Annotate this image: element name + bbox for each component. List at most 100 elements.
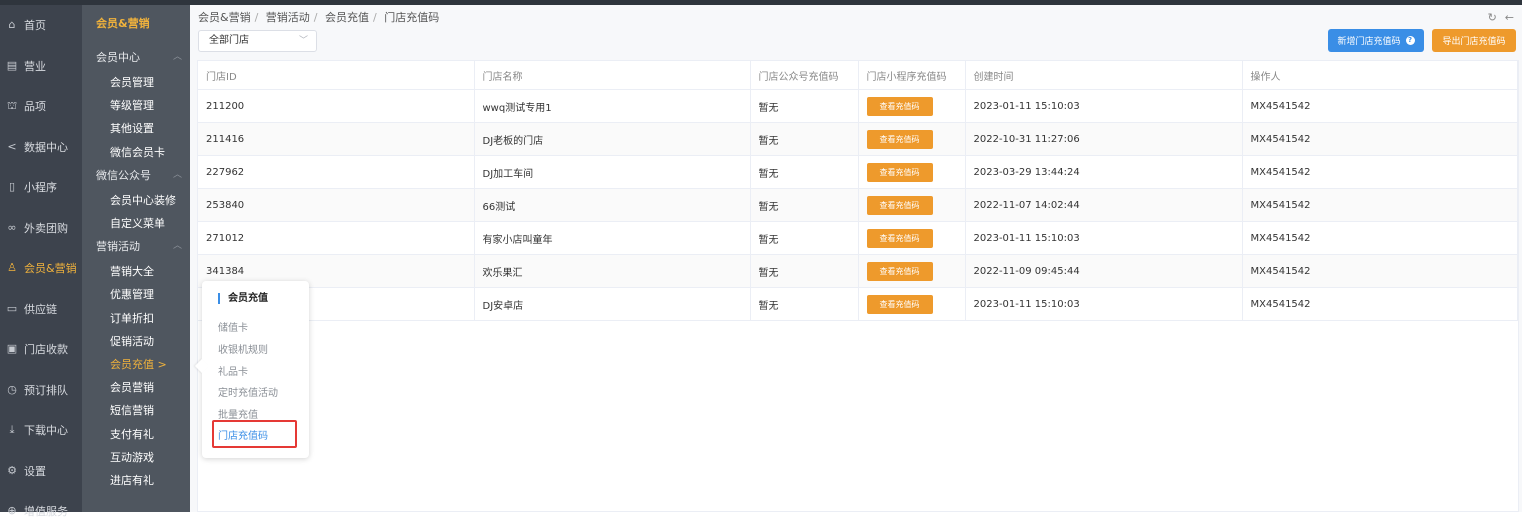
mini-code-cell: 查看充值码 xyxy=(858,287,966,321)
store-name-cell: 有家小店叫童年 xyxy=(474,221,751,255)
popup-menu-item[interactable]: 定时充值活动 xyxy=(218,384,278,399)
created-time-cell: 2023-01-11 15:10:03 xyxy=(965,221,1243,255)
nav-group-label: 微信公众号 xyxy=(96,168,151,182)
main-content: 会员&营销 / 营销活动 / 会员充值 / 门店充值码 ↻ ← 全部门店 ﹀ 新增门店充… xyxy=(190,5,1522,512)
nav-item[interactable]: ⤓ 下载中心 xyxy=(0,410,82,450)
nav-group[interactable]: 微信公众号 ︿ xyxy=(96,167,182,183)
mini-code-cell: 查看充值码 xyxy=(858,254,966,288)
mini-code-cell: 查看充值码 xyxy=(858,155,966,189)
breadcrumb-item[interactable]: 会员&营销 xyxy=(198,11,251,24)
refresh-icon[interactable]: ↻ xyxy=(1488,11,1497,24)
nav-sub-item[interactable]: 会员管理 xyxy=(110,74,154,90)
nav-group[interactable]: 会员中心 ︿ xyxy=(96,49,182,65)
created-time-cell: 2022-10-31 11:27:06 xyxy=(965,122,1243,156)
popup-menu-item[interactable]: 批量充值 xyxy=(218,406,258,421)
nav-sub-item[interactable]: 等级管理 xyxy=(110,97,154,113)
view-recharge-code-button[interactable]: 查看充值码 xyxy=(866,195,933,215)
nav-item[interactable]: ▯ 小程序 xyxy=(0,167,82,207)
new-store-recharge-code-button[interactable]: 新增门店充值码? xyxy=(1328,29,1424,52)
nav-sub-item[interactable]: 促销活动 xyxy=(110,333,154,349)
view-recharge-code-button[interactable]: 查看充值码 xyxy=(866,228,933,248)
nav-group-label: 会员中心 xyxy=(96,51,140,64)
view-recharge-code-button[interactable]: 查看充值码 xyxy=(866,261,933,281)
breadcrumb-current: 门店充值码 xyxy=(384,11,440,24)
nav-item-label: 增值服务 xyxy=(24,505,68,518)
nav-item[interactable]: ∞ 外卖团购 xyxy=(0,208,82,248)
nav-sub-item[interactable]: 会员营销 xyxy=(110,379,154,395)
nav-item[interactable]: ▤ 营业 xyxy=(0,46,82,86)
nav-item[interactable]: ⚙ 设置 xyxy=(0,451,82,491)
popup-title: 会员充值 xyxy=(218,293,268,304)
operator-cell: MX4541542 xyxy=(1242,188,1518,222)
nav-item[interactable]: < 数据中心 xyxy=(0,127,82,167)
popup-menu-item[interactable]: 礼品卡 xyxy=(218,363,248,378)
nav-group[interactable]: 营销活动 ︿ xyxy=(96,238,182,254)
mp-code-cell: 暂无 xyxy=(750,188,859,222)
nav-item[interactable]: ⌂ 首页 xyxy=(0,5,82,45)
nav-item-label: 首页 xyxy=(24,19,46,32)
nav-sub-item[interactable]: 会员充值 > xyxy=(110,356,167,372)
store-id-cell: 211200 xyxy=(198,89,475,123)
breadcrumb-item[interactable]: 营销活动 xyxy=(266,11,310,24)
table-row: 211200 wwq测试专用1 暂无 查看充值码 2023-01-11 15:10:03… xyxy=(198,89,1518,123)
nav-sub-item[interactable]: 微信会员卡 xyxy=(110,144,165,160)
top-icons: ↻ ← xyxy=(1480,11,1514,24)
table-row: 271012 有家小店叫童年 暂无 查看充值码 2023-01-11 15:10:03 M… xyxy=(198,221,1518,255)
nav-item[interactable]: ⊕ 增值服务 xyxy=(0,491,82,531)
clock-icon: ◷ xyxy=(7,382,17,396)
nav-sub-item[interactable]: 短信营销 xyxy=(110,402,154,418)
nav-sub-item[interactable]: 营销大全 xyxy=(110,263,154,279)
secondary-sidebar: 会员&营销 会员中心 ︿ 会员管理 等级管理 其他设置 微信会员卡 微信公众号 ︿ 会员中心装修… xyxy=(82,5,190,512)
chevron-down-icon: ﹀ xyxy=(298,36,308,46)
popup-menu-item[interactable]: 储值卡 xyxy=(218,319,248,334)
store-recharge-table: 门店ID 门店名称 门店公众号充值码 门店小程序充值码 创建时间 操作人 211… xyxy=(197,60,1519,512)
view-recharge-code-button[interactable]: 查看充值码 xyxy=(866,162,933,182)
empty-cell xyxy=(965,321,1242,512)
export-store-recharge-code-button[interactable]: 导出门店充值码 xyxy=(1432,29,1516,52)
nav-sub-item[interactable]: 自定义菜单 xyxy=(110,215,165,231)
nav-item[interactable]: ◷ 预订排队 xyxy=(0,370,82,410)
view-recharge-code-button[interactable]: 查看充值码 xyxy=(866,129,933,149)
table-row: 341384 欢乐果汇 暂无 查看充值码 2022-11-09 09:45:44 MX45… xyxy=(198,254,1518,288)
phone-icon: ▯ xyxy=(8,180,16,193)
popup-menu-item[interactable]: 收银机规则 xyxy=(218,341,268,356)
col-mp-code: 门店公众号充值码 xyxy=(750,61,859,90)
store-select[interactable]: 全部门店 ﹀ xyxy=(198,30,317,52)
nav-sub-item[interactable]: 优惠管理 xyxy=(110,286,154,302)
nav-item-label: 门店收款 xyxy=(24,343,68,356)
created-time-cell: 2023-03-29 13:44:24 xyxy=(965,155,1243,189)
store-name-cell: DJ老板的门店 xyxy=(474,122,751,156)
mini-code-cell: 查看充值码 xyxy=(858,122,966,156)
help-icon[interactable]: ? xyxy=(1405,36,1415,45)
mp-code-cell: 暂无 xyxy=(750,221,859,255)
nav-sub-item[interactable]: 订单折扣 xyxy=(110,310,154,326)
store-name-cell: wwq测试专用1 xyxy=(474,89,751,123)
nav-item[interactable]: ▣ 门店收款 xyxy=(0,329,82,369)
gear-icon: ⚙ xyxy=(7,463,17,477)
download-icon: ⤓ xyxy=(9,423,15,436)
bag-icon: ⛫ xyxy=(6,99,18,112)
back-arrow-icon[interactable]: ← xyxy=(1505,11,1514,24)
store-id-cell: 227962 xyxy=(198,155,475,189)
mini-code-cell: 查看充值码 xyxy=(858,188,966,222)
new-button-label: 新增门店充值码 xyxy=(1337,37,1401,47)
nav-sub-item[interactable]: 支付有礼 xyxy=(110,426,154,442)
nav-item-label: 预订排队 xyxy=(24,383,68,397)
breadcrumb-item[interactable]: 会员充值 xyxy=(325,11,369,24)
nav-sub-item[interactable]: 互动游戏 xyxy=(110,449,154,465)
nav-item[interactable]: ⛫ 品项 xyxy=(0,86,82,126)
created-time-cell: 2022-11-07 14:02:44 xyxy=(965,188,1243,222)
nav-item-label: 营业 xyxy=(24,59,46,73)
col-store-name: 门店名称 xyxy=(474,61,751,90)
chevron-up-icon: ︿ xyxy=(172,52,182,62)
nav-sub-item[interactable]: 其他设置 xyxy=(110,120,154,136)
view-recharge-code-button[interactable]: 查看充值码 xyxy=(866,96,933,116)
nav-sub-item[interactable]: 进店有礼 xyxy=(110,472,154,488)
view-recharge-code-button[interactable]: 查看充值码 xyxy=(866,294,933,314)
nav-item[interactable]: ▭ 供应链 xyxy=(0,289,82,329)
nav-sub-item[interactable]: 会员中心装修 xyxy=(110,192,176,208)
store-id-cell: 253840 xyxy=(198,188,475,222)
primary-sidebar: ⌂ 首页 ▤ 营业 ⛫ 品项 < 数据中心 ▯ 小程序 ∞ 外卖团购 ♙ 会员&营销 ▭ 供应链 ▣ 门店收款 ◷ 预… xyxy=(0,5,82,518)
table-row: 211416 DJ老板的门店 暂无 查看充值码 2022-10-31 11:27:06 M… xyxy=(198,122,1518,156)
nav-item[interactable]: ♙ 会员&营销 xyxy=(0,248,82,288)
